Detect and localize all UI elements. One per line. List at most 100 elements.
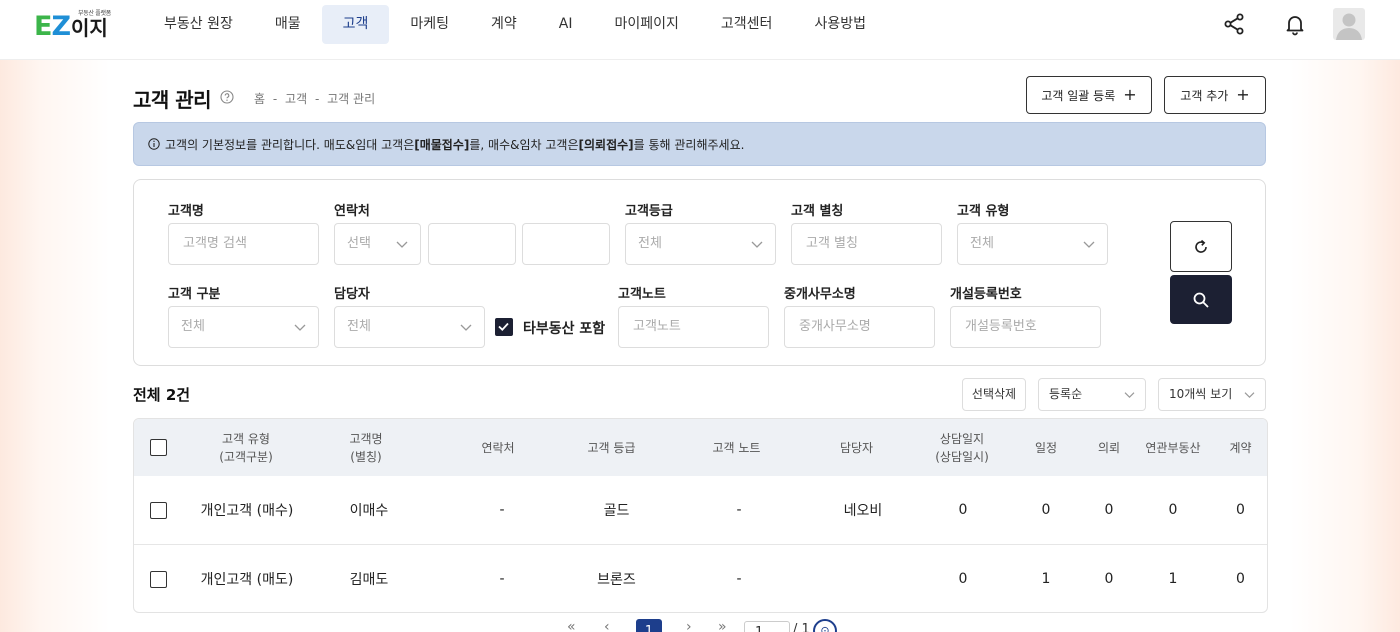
- add-customer-label: 고객 추가: [1180, 88, 1229, 103]
- nav-item-support[interactable]: 고객센터: [700, 5, 794, 44]
- help-icon[interactable]: [220, 90, 234, 104]
- cell-consult[interactable]: 0: [918, 545, 1008, 612]
- breadcrumb-home[interactable]: 홈: [254, 92, 265, 106]
- name-search-input[interactable]: 고객명 검색: [168, 223, 319, 265]
- cell-contract[interactable]: 0: [1212, 545, 1267, 612]
- note-input[interactable]: 고객노트: [618, 306, 769, 348]
- next-page-button[interactable]: ›: [686, 619, 692, 632]
- col-header-consult-line1: 상담일지: [939, 431, 985, 446]
- check-icon: [498, 322, 509, 331]
- office-input[interactable]: 중개사무소명: [784, 306, 935, 348]
- col-header-manager[interactable]: 담당자: [799, 419, 914, 476]
- type-filter-label: 고객 유형: [957, 204, 1010, 219]
- category-filter-label: 고객 구분: [168, 287, 221, 302]
- nav-item-contracts[interactable]: 계약: [470, 5, 538, 44]
- table-row[interactable]: 개인고객 (매수) 이매수 - 골드 - 네오비 0 0 0 0 0: [134, 476, 1267, 545]
- col-header-property[interactable]: 연관부동산: [1139, 419, 1207, 476]
- phone-last-input[interactable]: [522, 223, 610, 265]
- chevron-down-icon: [396, 241, 408, 248]
- license-input[interactable]: 개설등록번호: [950, 306, 1101, 348]
- share-icon[interactable]: [1222, 12, 1246, 36]
- cell-note: -: [736, 502, 742, 518]
- add-customer-button[interactable]: 고객 추가 +: [1164, 76, 1266, 114]
- phone-filter-label: 연락처: [334, 204, 370, 219]
- row-checkbox[interactable]: [149, 570, 167, 588]
- col-header-note[interactable]: 고객 노트: [679, 419, 794, 476]
- col-header-name-line2: (별칭): [350, 449, 382, 464]
- nav-item-customers[interactable]: 고객: [321, 5, 390, 44]
- cell-manager: 네오비: [843, 503, 883, 519]
- cell-property[interactable]: 1: [1139, 545, 1207, 612]
- cell-note: -: [736, 571, 742, 587]
- reset-button[interactable]: [1170, 221, 1232, 272]
- table-row[interactable]: 개인고객 (매도) 김매도 - 브론즈 - 0 1 0 1 0: [134, 545, 1267, 612]
- col-header-schedule[interactable]: 일정: [1016, 419, 1076, 476]
- breadcrumb-separator: -: [314, 92, 320, 106]
- col-header-type-line2: (고객구분): [219, 449, 273, 464]
- page-total: / 1: [793, 622, 810, 632]
- customer-table: 고객 유형 (고객구분) 고객명 (별칭) 연락처 고객 등급 고객 노트 담당…: [133, 418, 1268, 613]
- nav-item-listings[interactable]: 매물: [254, 5, 322, 44]
- header-select-all-cell: [134, 419, 182, 476]
- sort-select[interactable]: 등록순: [1038, 378, 1146, 411]
- col-header-name[interactable]: 고객명 (별칭): [310, 419, 422, 476]
- row-checkbox-cell: [134, 476, 182, 544]
- page-1-button[interactable]: 1: [636, 619, 662, 632]
- cell-consult[interactable]: 0: [918, 476, 1008, 544]
- col-header-grade[interactable]: 고객 등급: [554, 419, 669, 476]
- phone-middle-input[interactable]: [428, 223, 516, 265]
- last-page-button[interactable]: »: [718, 619, 727, 632]
- cell-request[interactable]: 0: [1079, 476, 1139, 544]
- nav-item-mypage[interactable]: 마이페이지: [594, 5, 700, 44]
- bulk-register-button[interactable]: 고객 일괄 등록 +: [1026, 76, 1152, 114]
- grade-select[interactable]: 전체: [625, 223, 776, 265]
- user-avatar-icon: [1336, 13, 1362, 40]
- col-header-consult[interactable]: 상담일지 (상담일시): [918, 419, 1006, 476]
- bell-icon[interactable]: [1283, 12, 1307, 36]
- col-header-type[interactable]: 고객 유형 (고객구분): [182, 419, 310, 476]
- manager-select[interactable]: 전체: [334, 306, 485, 348]
- col-header-name-line1: 고객명: [349, 431, 383, 446]
- cell-phone: -: [499, 571, 505, 587]
- chevron-down-icon: [460, 324, 472, 331]
- page-size-select[interactable]: 10개씩 보기: [1158, 378, 1266, 411]
- category-select[interactable]: 전체: [168, 306, 319, 348]
- nav-item-ledger[interactable]: 부동산 원장: [143, 5, 254, 44]
- col-header-contract[interactable]: 계약: [1212, 419, 1267, 476]
- cell-request[interactable]: 0: [1079, 545, 1139, 612]
- page-number-input[interactable]: 1: [744, 621, 790, 632]
- cell-schedule[interactable]: 1: [1016, 545, 1076, 612]
- prev-page-button[interactable]: ‹: [604, 619, 610, 632]
- cell-name[interactable]: 김매도: [310, 545, 428, 612]
- other-agency-checkbox[interactable]: [495, 318, 513, 336]
- chevron-down-icon: [1083, 241, 1095, 248]
- nav-item-guide[interactable]: 사용방법: [793, 5, 887, 44]
- cell-schedule[interactable]: 0: [1016, 476, 1076, 544]
- col-header-phone[interactable]: 연락처: [442, 419, 554, 476]
- cell-property[interactable]: 0: [1139, 476, 1207, 544]
- nav-item-ai[interactable]: AI: [538, 5, 594, 44]
- alias-input[interactable]: 고객 별칭: [791, 223, 942, 265]
- select-all-checkbox[interactable]: [149, 439, 167, 456]
- banner-bold-1: [매물접수]: [414, 137, 470, 152]
- phone-prefix-select[interactable]: 선택: [334, 223, 421, 265]
- cell-contract[interactable]: 0: [1212, 476, 1267, 544]
- other-agency-label[interactable]: 타부동산 포함: [523, 318, 605, 338]
- nav-item-marketing[interactable]: 마케팅: [389, 5, 470, 44]
- cell-type: 개인고객 (매수): [200, 503, 294, 519]
- breadcrumb-customers[interactable]: 고객: [285, 92, 307, 106]
- breadcrumb-current: 고객 관리: [327, 92, 376, 106]
- search-button[interactable]: [1170, 275, 1232, 324]
- type-select[interactable]: 전체: [957, 223, 1108, 265]
- delete-selected-button[interactable]: 선택삭제: [962, 378, 1026, 411]
- page-go-button[interactable]: ⊙: [813, 619, 837, 632]
- type-select-value: 전체: [970, 236, 994, 251]
- cell-grade: 브론즈: [597, 572, 636, 588]
- avatar[interactable]: [1333, 8, 1365, 40]
- ez-logo[interactable]: EZ 이지 부동산 플랫폼: [34, 10, 111, 40]
- row-checkbox[interactable]: [149, 501, 167, 519]
- cell-name[interactable]: 이매수: [310, 476, 428, 544]
- first-page-button[interactable]: «: [567, 619, 576, 632]
- alias-filter-label: 고객 별칭: [791, 204, 844, 219]
- col-header-request[interactable]: 의뢰: [1079, 419, 1139, 476]
